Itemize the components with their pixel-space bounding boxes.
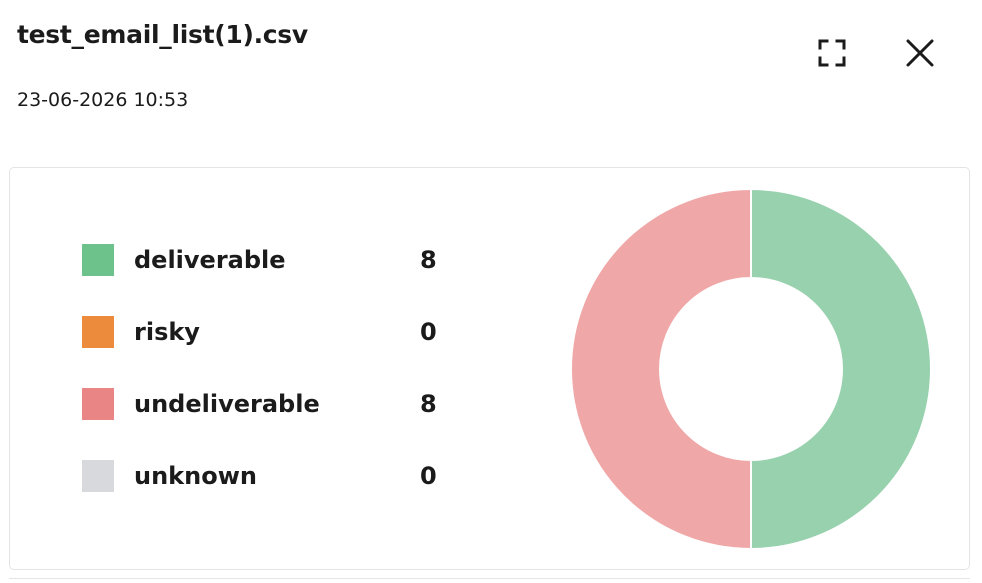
legend-label: unknown [134, 462, 257, 490]
legend-item-risky: risky 0 [82, 313, 482, 385]
legend-item-deliverable: deliverable 8 [82, 241, 482, 313]
legend-value: 8 [420, 390, 437, 418]
donut-slice-deliverable[interactable] [750, 188, 932, 550]
file-timestamp: 23-06-2026 10:53 [17, 89, 189, 111]
donut-slice-undeliverable[interactable] [570, 188, 752, 550]
legend: deliverable 8 risky 0 undeliverable 8 un… [82, 241, 482, 529]
bottom-divider [9, 578, 970, 583]
file-title: test_email_list(1).csv [17, 20, 308, 49]
close-button[interactable] [898, 31, 942, 75]
expand-button[interactable] [810, 31, 854, 75]
legend-swatch-undeliverable [82, 388, 114, 420]
legend-value: 0 [420, 318, 437, 346]
legend-swatch-deliverable [82, 244, 114, 276]
donut-chart [570, 188, 932, 550]
legend-label: undeliverable [134, 390, 320, 418]
fullscreen-icon [818, 39, 846, 67]
results-card: deliverable 8 risky 0 undeliverable 8 un… [9, 167, 970, 570]
legend-item-unknown: unknown 0 [82, 457, 482, 529]
close-icon [906, 39, 934, 67]
legend-swatch-risky [82, 316, 114, 348]
legend-value: 0 [420, 462, 437, 490]
legend-swatch-unknown [82, 460, 114, 492]
legend-item-undeliverable: undeliverable 8 [82, 385, 482, 457]
legend-value: 8 [420, 246, 437, 274]
legend-label: risky [134, 318, 200, 346]
legend-label: deliverable [134, 246, 286, 274]
